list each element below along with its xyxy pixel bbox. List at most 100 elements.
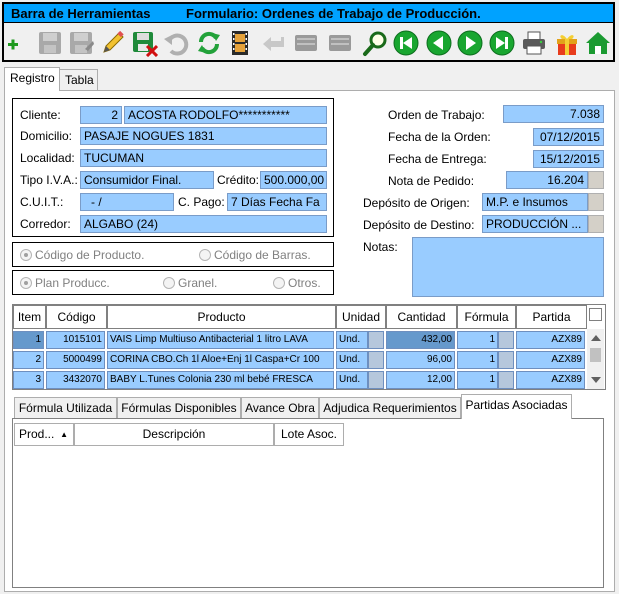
cell-unidad[interactable]: Und. — [336, 331, 368, 349]
toolbar-title-bar: Barra de Herramientas Formulario: Ordene… — [4, 4, 613, 23]
cell-formula[interactable]: 1 — [457, 331, 498, 349]
fecha-orden-field[interactable]: 07/12/2015 — [533, 128, 604, 146]
cell-codigo[interactable]: 3432070 — [46, 371, 105, 389]
tab-formula-utilizada[interactable]: Fórmula Utilizada — [14, 397, 117, 418]
scroll-down-icon[interactable] — [591, 377, 601, 383]
notas-label: Notas: — [363, 240, 398, 254]
cpago-field[interactable]: 7 Días Fecha Fa — [227, 193, 327, 211]
fecha-entrega-field[interactable]: 15/12/2015 — [533, 150, 604, 168]
cell-cantidad[interactable]: 96,00 — [386, 351, 455, 369]
cell-formula[interactable]: 1 — [457, 351, 498, 369]
film-icon[interactable] — [226, 29, 254, 57]
cell-cantidad[interactable]: 432,00 — [386, 331, 455, 349]
col-header-item[interactable]: Item — [13, 305, 46, 329]
cell-formula[interactable]: 1 — [457, 371, 498, 389]
cell-producto[interactable]: VAIS Limp Multiuso Antibacterial 1 litro… — [107, 331, 334, 349]
radio-plan-producc[interactable]: Plan Producc. — [20, 275, 110, 291]
blank-disabled-icon[interactable] — [326, 29, 354, 57]
radio-otros[interactable]: Otros. — [273, 275, 321, 291]
radio-dot-icon — [20, 249, 32, 261]
cell-item[interactable]: 2 — [13, 351, 44, 369]
cell-unidad[interactable]: Und. — [336, 371, 368, 389]
corredor-field[interactable]: ALGABO (24) — [80, 215, 327, 233]
scroll-thumb[interactable] — [590, 348, 601, 362]
cell-codigo[interactable]: 5000499 — [46, 351, 105, 369]
cell-producto[interactable]: CORINA CBO.Ch 1l Aloe+Enj 1l Caspa+Cr 10… — [107, 351, 334, 369]
radio-granel[interactable]: Granel. — [163, 275, 217, 291]
radio-codigo-producto[interactable]: Código de Producto. — [20, 247, 144, 263]
tab-tabla[interactable]: Tabla — [59, 69, 98, 90]
col-header-formula[interactable]: Fórmula — [457, 305, 516, 329]
first-icon[interactable] — [392, 29, 420, 57]
col-header-descripcion[interactable]: Descripción — [74, 423, 274, 446]
cell-partida[interactable]: AZX89 — [516, 351, 585, 369]
save-exit-icon[interactable] — [130, 29, 158, 57]
cell-codigo[interactable]: 1015101 — [46, 331, 105, 349]
deposito-destino-label: Depósito de Destino: — [363, 218, 475, 232]
orden-field[interactable]: 7.038 — [503, 105, 604, 123]
tab-formulas-disponibles[interactable]: Fórmulas Disponibles — [117, 397, 241, 418]
deposito-origen-label: Depósito de Origen: — [363, 196, 470, 210]
cell-partida[interactable]: AZX89 — [516, 331, 585, 349]
save-as-disabled-icon[interactable] — [67, 29, 95, 57]
cliente-name-field[interactable]: ACOSTA RODOLFO*********** — [124, 106, 327, 124]
deposito-destino-button[interactable] — [588, 215, 604, 233]
grid-scrollbar[interactable] — [587, 329, 604, 389]
cell-unidad[interactable]: Und. — [336, 351, 368, 369]
tab-adjudica-requerimientos[interactable]: Adjudica Requerimientos — [319, 397, 461, 418]
tab-partidas-asociadas[interactable]: Partidas Asociadas — [461, 394, 572, 419]
cell-unidad-button[interactable] — [368, 351, 384, 369]
credito-field[interactable]: 500.000,00 — [260, 171, 327, 189]
deposito-origen-button[interactable] — [588, 193, 604, 211]
gift-icon[interactable] — [553, 29, 581, 57]
print-icon[interactable] — [520, 29, 548, 57]
radio-codigo-barras[interactable]: Código de Barras. — [199, 247, 311, 263]
select-all-checkbox[interactable] — [589, 308, 602, 321]
add-icon[interactable] — [5, 29, 33, 57]
col-header-unidad[interactable]: Unidad — [336, 305, 386, 329]
domicilio-field[interactable]: PASAJE NOGUES 1831 — [80, 127, 327, 145]
col-header-cantidad[interactable]: Cantidad — [386, 305, 457, 329]
cell-unidad-button[interactable] — [368, 371, 384, 389]
save-disabled-icon[interactable] — [36, 29, 64, 57]
nota-pedido-field[interactable]: 16.204 — [506, 171, 588, 189]
col-header-partida[interactable]: Partida — [516, 305, 587, 329]
previous-icon[interactable] — [425, 29, 453, 57]
cell-cantidad[interactable]: 12,00 — [386, 371, 455, 389]
cuit-field[interactable]: - / — [80, 193, 174, 211]
blank-disabled-icon[interactable] — [292, 29, 320, 57]
cell-item[interactable]: 1 — [13, 331, 44, 349]
credito-label: Crédito: — [217, 173, 260, 187]
next-icon[interactable] — [456, 29, 484, 57]
col-header-prod[interactable]: Prod... ▲ — [14, 423, 74, 446]
edit-icon[interactable] — [99, 29, 127, 57]
return-disabled-icon[interactable] — [259, 29, 287, 57]
deposito-origen-field[interactable]: M.P. e Insumos — [482, 193, 588, 211]
cell-unidad-button[interactable] — [368, 331, 384, 349]
col-header-producto[interactable]: Producto — [107, 305, 336, 329]
cell-formula-button[interactable] — [498, 331, 514, 349]
tab-registro[interactable]: Registro — [4, 67, 60, 91]
cell-item[interactable]: 3 — [13, 371, 44, 389]
notas-field[interactable] — [412, 237, 604, 297]
cliente-label: Cliente: — [20, 108, 61, 122]
cell-formula-button[interactable] — [498, 371, 514, 389]
tab-avance-obra[interactable]: Avance Obra — [241, 397, 319, 418]
nota-pedido-button[interactable] — [588, 171, 604, 189]
cell-formula-button[interactable] — [498, 351, 514, 369]
search-icon[interactable] — [362, 29, 390, 57]
cliente-code-field[interactable]: 2 — [80, 106, 122, 124]
cell-producto[interactable]: BABY L.Tunes Colonia 230 ml bebé FRESCA — [107, 371, 334, 389]
localidad-field[interactable]: TUCUMAN — [80, 149, 327, 167]
home-icon[interactable] — [584, 29, 612, 57]
col-header-codigo[interactable]: Código — [46, 305, 107, 329]
scroll-up-icon[interactable] — [591, 335, 601, 341]
cell-partida[interactable]: AZX89 — [516, 371, 585, 389]
last-icon[interactable] — [488, 29, 516, 57]
col-header-lote-asoc[interactable]: Lote Asoc. — [274, 423, 344, 446]
deposito-destino-field[interactable]: PRODUCCIÓN ... — [482, 215, 588, 233]
undo-disabled-icon[interactable] — [162, 29, 190, 57]
tipo-iva-field[interactable]: Consumidor Final. — [80, 171, 214, 189]
radio-dot-icon — [163, 277, 175, 289]
refresh-icon[interactable] — [195, 29, 223, 57]
